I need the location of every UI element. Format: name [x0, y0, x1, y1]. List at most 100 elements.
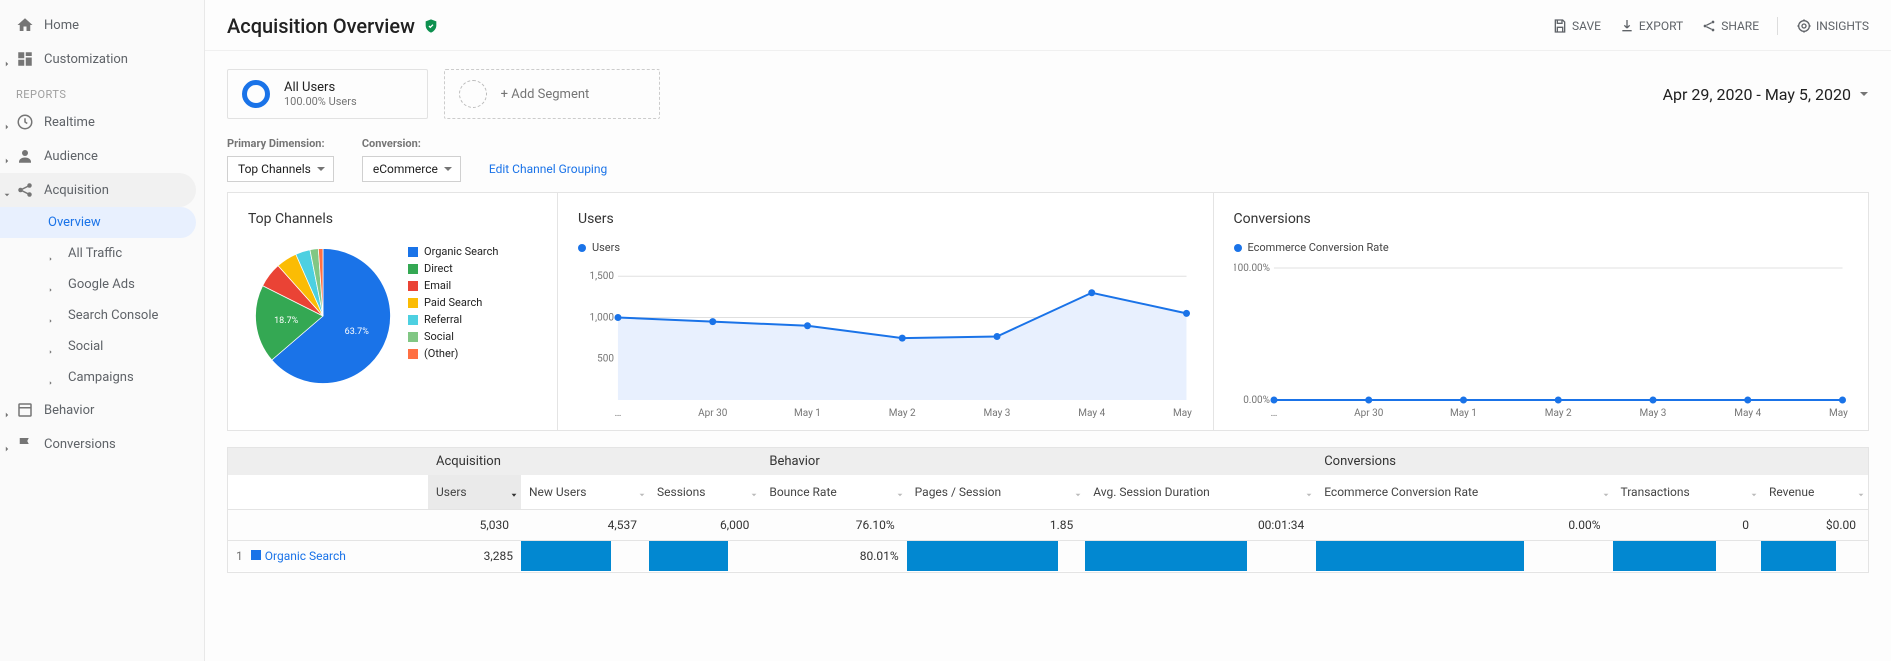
- nav-home-label: Home: [44, 18, 192, 33]
- total-cell: 00:01:34: [1085, 510, 1316, 541]
- table-cell: [1316, 541, 1612, 572]
- nav-social[interactable]: Social: [0, 331, 204, 362]
- total-cell: 76.10%: [761, 510, 906, 541]
- panels-row: Top Channels 63.7%18.7% Organic SearchDi…: [227, 192, 1869, 431]
- nav-acquisition-label: Acquisition: [44, 183, 184, 198]
- nav-campaigns-label: Campaigns: [68, 370, 192, 385]
- insights-icon: [1796, 18, 1812, 34]
- date-range-picker[interactable]: Apr 29, 2020 - May 5, 2020: [1663, 85, 1869, 104]
- insights-button[interactable]: INSIGHTS: [1796, 18, 1869, 34]
- legend-item: Referral: [408, 313, 498, 326]
- export-button[interactable]: EXPORT: [1619, 18, 1683, 34]
- share-icon: [1701, 18, 1717, 34]
- home-icon: [16, 16, 34, 34]
- pie-legend: Organic SearchDirectEmailPaid SearchRefe…: [408, 245, 498, 391]
- column-header[interactable]: New Users: [521, 475, 649, 510]
- insights-label: INSIGHTS: [1816, 19, 1869, 33]
- table-row[interactable]: 1Organic Search3,28580.01%: [228, 541, 1868, 572]
- svg-text:Apr 30: Apr 30: [698, 408, 728, 419]
- table-totals-row: 5,0304,5376,00076.10%1.8500:01:340.00%0$…: [228, 510, 1868, 541]
- panel-conversions-title: Conversions: [1234, 211, 1849, 227]
- svg-text:Apr 30: Apr 30: [1354, 408, 1384, 419]
- person-icon: [16, 147, 34, 165]
- segment-row: All Users 100.00% Users + Add Segment Ap…: [205, 51, 1891, 137]
- svg-text:May 1: May 1: [1450, 408, 1477, 419]
- column-header[interactable]: Revenue: [1761, 475, 1868, 510]
- legend-item: Organic Search: [408, 245, 498, 258]
- table-column-header: UsersNew UsersSessionsBounce RatePages /…: [228, 475, 1868, 510]
- nav-conversions-label: Conversions: [44, 437, 192, 452]
- panel-users-title: Users: [578, 211, 1193, 227]
- table-cell: [1761, 541, 1868, 572]
- svg-text:May 3: May 3: [984, 408, 1011, 419]
- svg-text:May 4: May 4: [1078, 408, 1105, 419]
- svg-text:500: 500: [597, 354, 614, 365]
- nav-customization[interactable]: Customization: [0, 42, 204, 76]
- chevron-right-icon: [48, 344, 54, 350]
- save-icon: [1552, 18, 1568, 34]
- svg-text:May 3: May 3: [1639, 408, 1666, 419]
- save-label: SAVE: [1572, 19, 1601, 33]
- column-header[interactable]: Avg. Session Duration: [1085, 475, 1316, 510]
- table-cell: 80.01%: [761, 541, 906, 572]
- table-cell: [907, 541, 1086, 572]
- export-label: EXPORT: [1639, 19, 1683, 33]
- edit-channel-grouping-link[interactable]: Edit Channel Grouping: [489, 162, 607, 176]
- column-header[interactable]: Sessions: [649, 475, 761, 510]
- add-segment-circle-icon: [459, 80, 487, 108]
- sidebar: Home Customization REPORTS Realtime Audi…: [0, 0, 205, 661]
- save-button[interactable]: SAVE: [1552, 18, 1601, 34]
- primary-dimension-dropdown[interactable]: Top Channels: [227, 156, 334, 182]
- nav-behavior[interactable]: Behavior: [0, 393, 204, 427]
- nav-audience[interactable]: Audience: [0, 139, 204, 173]
- table-cell: [649, 541, 761, 572]
- nav-audience-label: Audience: [44, 149, 192, 164]
- svg-text:…: …: [1270, 408, 1277, 419]
- column-header[interactable]: Pages / Session: [907, 475, 1086, 510]
- column-header[interactable]: Users: [428, 475, 521, 510]
- add-segment-button[interactable]: + Add Segment: [444, 69, 661, 119]
- primary-dimension-label: Primary Dimension:: [227, 137, 334, 150]
- svg-text:1,500: 1,500: [590, 271, 615, 282]
- nav-search-console[interactable]: Search Console: [0, 300, 204, 331]
- nav-campaigns[interactable]: Campaigns: [0, 362, 204, 393]
- share-label: SHARE: [1721, 19, 1759, 33]
- legend-item: (Other): [408, 347, 498, 360]
- nav-realtime[interactable]: Realtime: [0, 105, 204, 139]
- page-title: Acquisition Overview: [227, 14, 415, 38]
- add-segment-label: + Add Segment: [501, 87, 590, 102]
- segment-all-users[interactable]: All Users 100.00% Users: [227, 69, 428, 119]
- chevron-right-icon: [4, 407, 10, 413]
- flag-icon: [16, 435, 34, 453]
- nav-social-label: Social: [68, 339, 192, 354]
- conversion-dropdown[interactable]: eCommerce: [362, 156, 461, 182]
- conversions-legend: Ecommerce Conversion Rate: [1234, 241, 1849, 254]
- total-cell: $0.00: [1761, 510, 1868, 541]
- nav-overview-label: Overview: [48, 215, 184, 230]
- pie-chart: 63.7%18.7%: [248, 241, 398, 391]
- total-cell: 0: [1613, 510, 1761, 541]
- conversions-line-chart: 0.00%100.00%…Apr 30May 1May 2May 3May 4M…: [1234, 262, 1849, 422]
- panel-top-channels-title: Top Channels: [248, 211, 537, 227]
- nav-acquisition[interactable]: Acquisition: [0, 173, 196, 207]
- column-header[interactable]: Ecommerce Conversion Rate: [1316, 475, 1612, 510]
- data-table: Acquisition Behavior Conversions UsersNe…: [227, 447, 1869, 573]
- svg-text:May 2: May 2: [889, 408, 916, 419]
- total-cell: 6,000: [649, 510, 761, 541]
- nav-conversions[interactable]: Conversions: [0, 427, 204, 461]
- column-header[interactable]: Transactions: [1613, 475, 1761, 510]
- total-cell: 5,030: [428, 510, 521, 541]
- share-button[interactable]: SHARE: [1701, 18, 1759, 34]
- panel-users: Users Users 5001,0001,500…Apr 30May 1May…: [558, 193, 1214, 430]
- nav-home[interactable]: Home: [0, 8, 204, 42]
- column-header[interactable]: Bounce Rate: [761, 475, 906, 510]
- svg-text:18.7%: 18.7%: [274, 316, 299, 326]
- segment-subtitle: 100.00% Users: [284, 95, 357, 108]
- nav-google-ads[interactable]: Google Ads: [0, 269, 204, 300]
- table-cell: [521, 541, 649, 572]
- nav-overview[interactable]: Overview: [0, 207, 196, 238]
- legend-item: Paid Search: [408, 296, 498, 309]
- chevron-down-icon: [4, 187, 10, 193]
- nav-all-traffic[interactable]: All Traffic: [0, 238, 204, 269]
- total-cell: 4,537: [521, 510, 649, 541]
